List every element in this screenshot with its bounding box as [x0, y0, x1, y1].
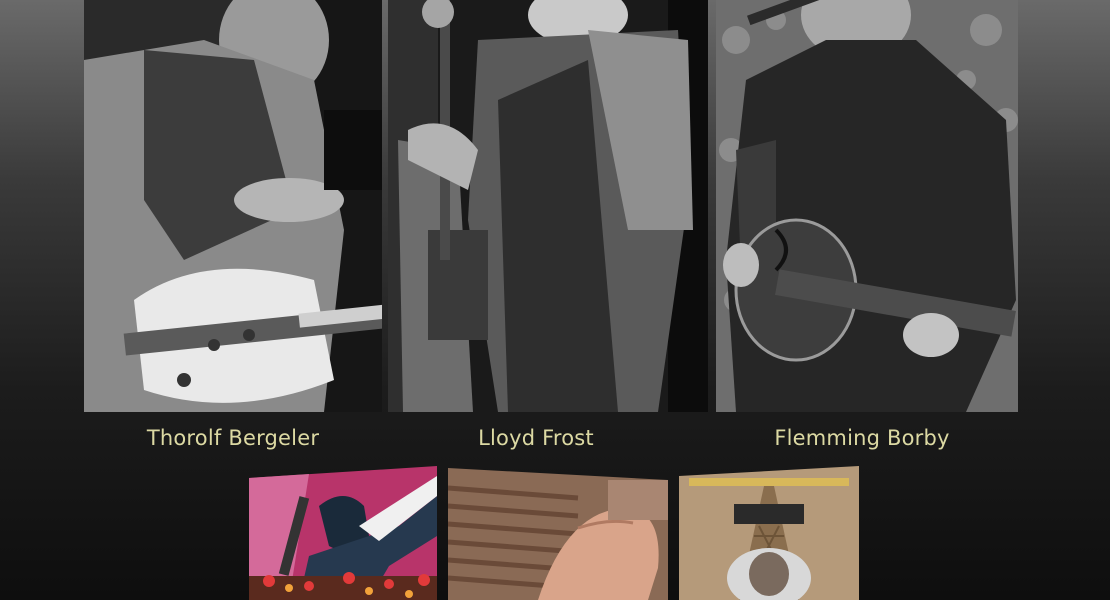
musician-name-2: Lloyd Frost — [478, 426, 594, 450]
musician-photo-lloyd-frost — [388, 0, 708, 412]
acoustic-guitarist-photo-icon — [388, 0, 708, 412]
album-cover-eiffel-tower-icon — [679, 466, 859, 600]
musician-name-1: Thorolf Bergeler — [146, 426, 320, 450]
musician-photo-thorolf-bergeler — [84, 0, 382, 412]
electric-guitarist-photo-icon — [716, 0, 1018, 412]
album-cover-poster-art-icon — [249, 466, 437, 600]
musician-name-3: Flemming Borby — [774, 426, 950, 450]
album-cover-2[interactable] — [448, 468, 668, 600]
album-cover-3[interactable] — [679, 466, 859, 600]
musician-photo-flemming-borby — [716, 0, 1018, 412]
album-cover-hands-icon — [448, 468, 668, 600]
album-cover-1[interactable] — [249, 466, 437, 600]
guitarist-photo-icon — [84, 0, 382, 412]
